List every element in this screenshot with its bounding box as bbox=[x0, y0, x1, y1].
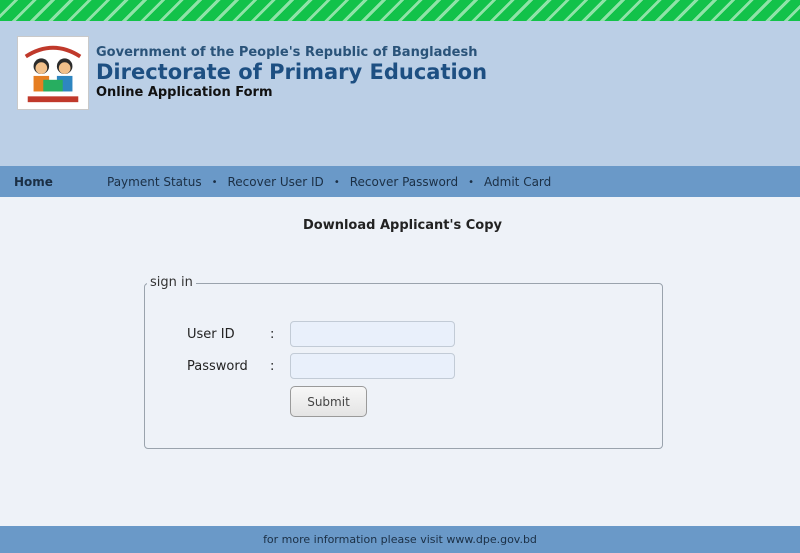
user-id-input[interactable] bbox=[290, 321, 455, 347]
directorate-title: Directorate of Primary Education bbox=[96, 60, 488, 84]
main-navbar: Home Payment Status • Recover User ID • … bbox=[0, 166, 800, 197]
footer-website-link[interactable]: www.dpe.gov.bd bbox=[446, 533, 537, 546]
nav-links: Payment Status • Recover User ID • Recov… bbox=[107, 175, 551, 189]
password-label: Password bbox=[187, 359, 248, 374]
site-footer: for more information please visit www.dp… bbox=[0, 526, 800, 553]
footer-text: for more information please visit bbox=[263, 533, 447, 546]
logo-children-reading-icon bbox=[24, 45, 82, 103]
top-stripe-bar bbox=[0, 0, 800, 21]
nav-separator: • bbox=[211, 176, 218, 188]
nav-home-link[interactable]: Home bbox=[14, 175, 53, 189]
nav-recover-user-id-link[interactable]: Recover User ID bbox=[228, 175, 324, 189]
user-id-colon: : bbox=[270, 327, 275, 342]
form-subtitle: Online Application Form bbox=[96, 85, 273, 100]
primary-education-logo bbox=[17, 36, 89, 110]
password-input[interactable] bbox=[290, 353, 455, 379]
government-line: Government of the People's Republic of B… bbox=[96, 45, 478, 60]
user-id-label: User ID bbox=[187, 327, 235, 342]
submit-button[interactable]: Submit bbox=[290, 386, 367, 417]
signin-legend: sign in bbox=[147, 275, 196, 290]
password-colon: : bbox=[270, 359, 275, 374]
nav-payment-status-link[interactable]: Payment Status bbox=[107, 175, 202, 189]
nav-recover-password-link[interactable]: Recover Password bbox=[350, 175, 458, 189]
nav-separator: • bbox=[333, 176, 340, 188]
nav-admit-card-link[interactable]: Admit Card bbox=[484, 175, 551, 189]
nav-separator: • bbox=[468, 176, 475, 188]
page-heading: Download Applicant's Copy bbox=[302, 218, 502, 233]
